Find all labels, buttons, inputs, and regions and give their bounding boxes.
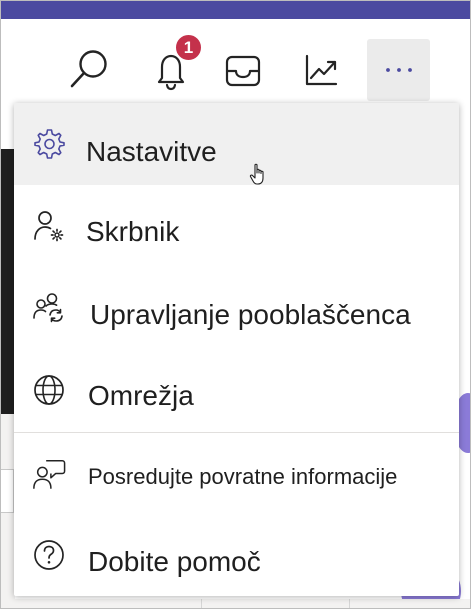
notification-count-badge: 1 [174, 33, 203, 62]
feedback-icon [32, 457, 66, 491]
more-options-button[interactable] [367, 39, 430, 101]
menu-item-settings[interactable]: Nastavitve [14, 103, 459, 185]
analytics-button[interactable] [291, 39, 351, 101]
background-bottom-bar [1, 599, 470, 608]
background-page-fragment [1, 149, 15, 414]
menu-item-label: Dobite pomoč [88, 546, 261, 577]
inbox-icon [221, 49, 265, 91]
top-toolbar [1, 19, 470, 103]
menu-item-label: Nastavitve [86, 136, 217, 167]
app-frame: 1 Nastavitve Skrbnik Upravljanje pooblaš… [0, 0, 471, 609]
admin-user-gear-icon [32, 209, 66, 243]
background-divider [349, 599, 350, 608]
menu-item-feedback[interactable]: Posredujte povratne informacije [14, 433, 459, 515]
top-accent-bar [1, 1, 470, 19]
menu-item-label: Omrežja [88, 380, 194, 411]
background-divider [201, 599, 202, 608]
menu-item-get-help[interactable]: Dobite pomoč [14, 515, 459, 596]
search-button[interactable] [59, 39, 119, 101]
trending-chart-icon [300, 49, 342, 91]
gear-icon [32, 127, 66, 161]
more-options-menu: Nastavitve Skrbnik Upravljanje pooblašče… [14, 103, 459, 596]
menu-item-label: Upravljanje pooblaščenca [90, 299, 411, 330]
manage-delegate-icon [32, 291, 66, 325]
menu-item-label: Skrbnik [86, 216, 180, 247]
menu-item-label: Posredujte povratne informacije [88, 464, 398, 489]
more-options-icon [382, 65, 416, 75]
menu-item-manage-delegate[interactable]: Upravljanje pooblaščenca [14, 265, 459, 349]
help-icon [32, 538, 66, 572]
search-icon [66, 47, 112, 93]
background-search-field [1, 469, 14, 513]
hand-cursor-icon [249, 163, 269, 192]
inbox-button[interactable] [213, 39, 273, 101]
globe-icon [32, 373, 66, 407]
menu-item-networks[interactable]: Omrežja [14, 349, 459, 431]
menu-item-admin[interactable]: Skrbnik [14, 185, 459, 265]
